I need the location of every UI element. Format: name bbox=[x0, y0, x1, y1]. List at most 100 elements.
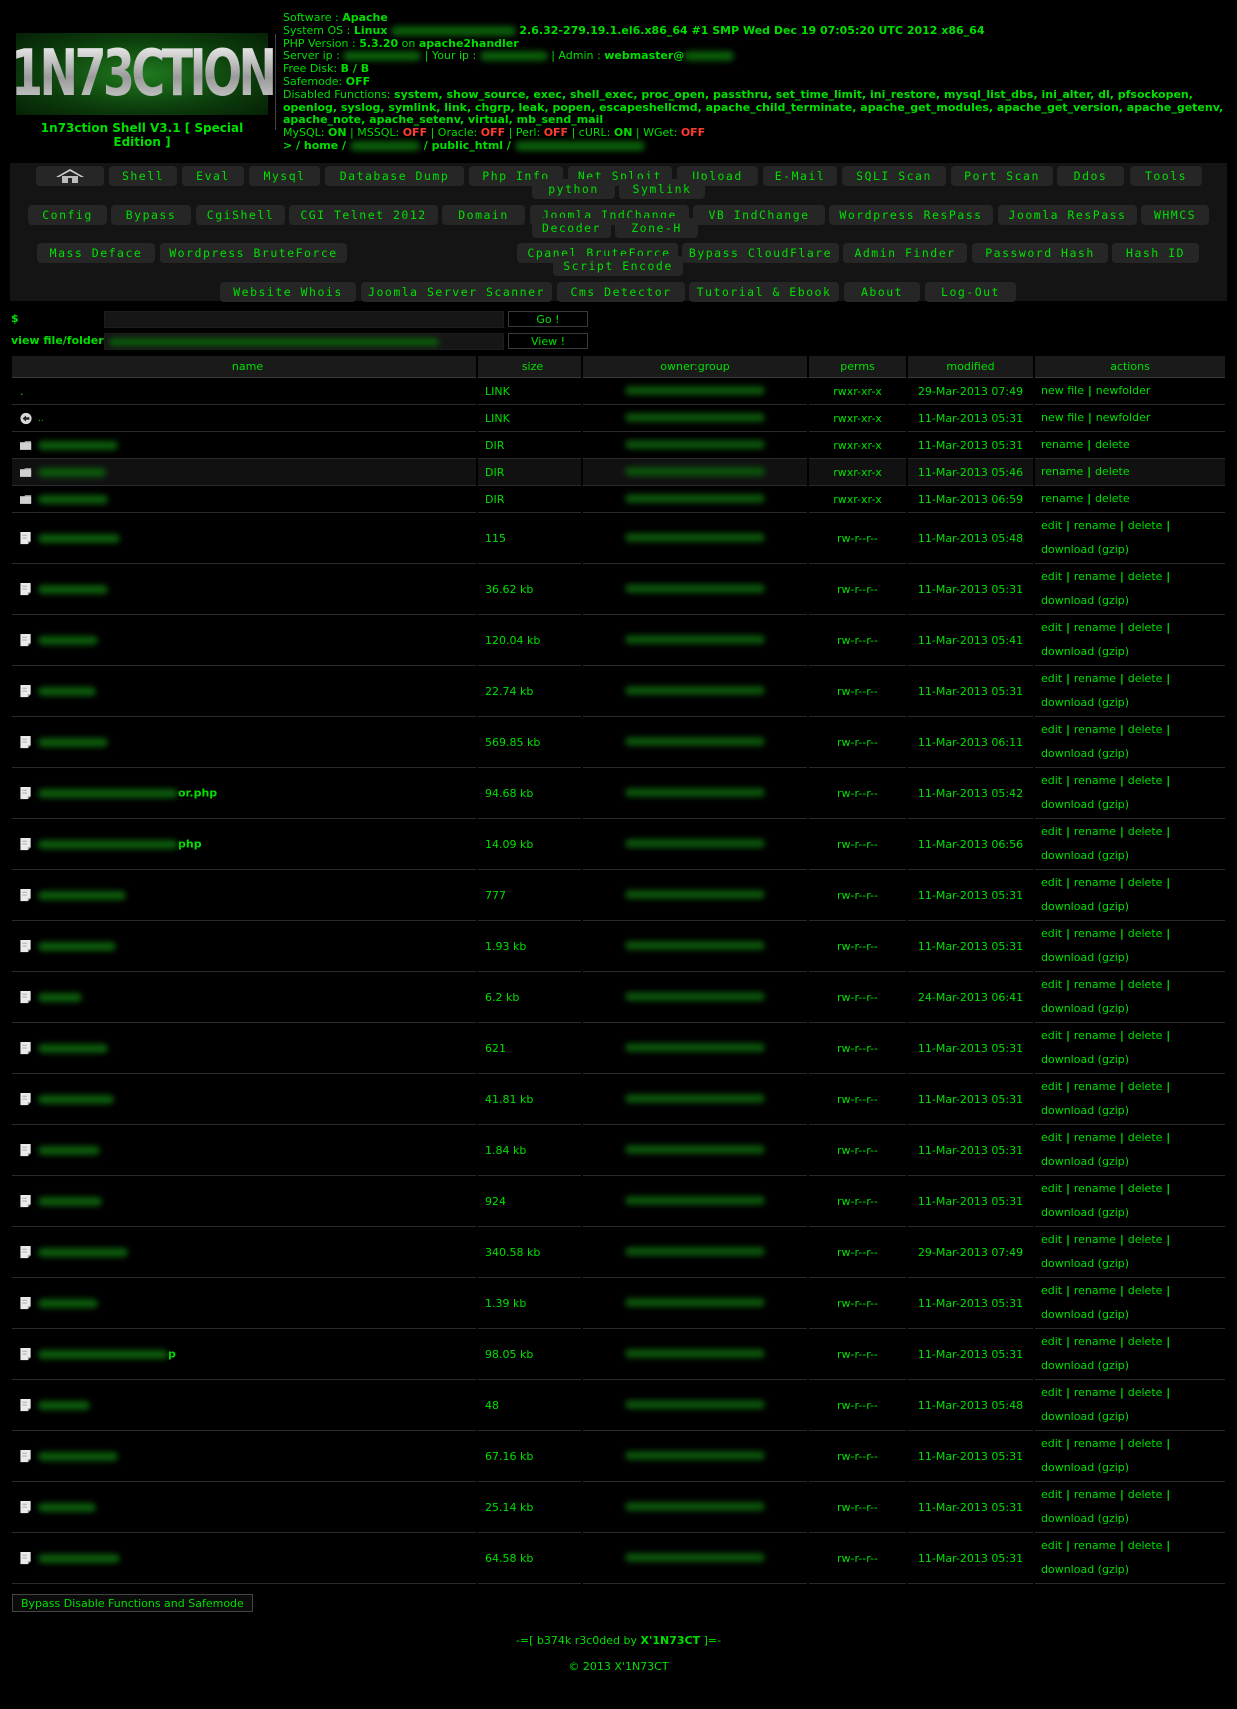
menu-script-encode-button[interactable]: Script Encode bbox=[553, 256, 683, 276]
cell-perms[interactable]: rw-r--r-- bbox=[809, 615, 906, 666]
redacted-file-name[interactable] bbox=[38, 494, 108, 504]
rename-link[interactable]: rename bbox=[1074, 1029, 1116, 1042]
rename-link[interactable]: rename bbox=[1074, 1131, 1116, 1144]
rename-link[interactable]: rename bbox=[1041, 492, 1083, 505]
cell-perms[interactable]: rw-r--r-- bbox=[809, 972, 906, 1023]
edit-link[interactable]: edit bbox=[1041, 978, 1062, 991]
logo[interactable]: 1N73CTION bbox=[11, 33, 277, 115]
redacted-file-name[interactable] bbox=[38, 1400, 90, 1410]
cell-perms[interactable]: rw-r--r-- bbox=[809, 1482, 906, 1533]
download-gzip-link[interactable]: download (gzip) bbox=[1041, 1257, 1129, 1270]
redacted-file-name[interactable] bbox=[38, 737, 108, 747]
menu-cgi-telnet-2012-button[interactable]: CGI Telnet 2012 bbox=[289, 205, 438, 225]
delete-link[interactable]: delete bbox=[1128, 1335, 1163, 1348]
cell-perms[interactable]: rw-r--r-- bbox=[809, 1074, 906, 1125]
cell-perms[interactable]: rw-r--r-- bbox=[809, 564, 906, 615]
edit-link[interactable]: edit bbox=[1041, 723, 1062, 736]
menu-tutorial-ebook-button[interactable]: Tutorial & Ebook bbox=[689, 282, 839, 302]
download-gzip-link[interactable]: download (gzip) bbox=[1041, 1308, 1129, 1321]
menu-python-button[interactable]: python bbox=[532, 179, 615, 199]
edit-link[interactable]: edit bbox=[1041, 519, 1062, 532]
file-name-link[interactable]: .. bbox=[38, 414, 44, 424]
download-gzip-link[interactable]: download (gzip) bbox=[1041, 1563, 1129, 1576]
file-name-link[interactable]: p bbox=[168, 1348, 176, 1361]
header-size[interactable]: size bbox=[478, 356, 581, 378]
delete-link[interactable]: delete bbox=[1128, 519, 1163, 532]
delete-link[interactable]: delete bbox=[1095, 492, 1130, 505]
cell-perms[interactable]: rwxr-xr-x bbox=[809, 486, 906, 513]
delete-link[interactable]: delete bbox=[1128, 570, 1163, 583]
menu-e-mail-button[interactable]: E-Mail bbox=[763, 166, 837, 186]
menu-wordpress-respass-button[interactable]: Wordpress ResPass bbox=[829, 205, 993, 225]
rename-link[interactable]: rename bbox=[1074, 876, 1116, 889]
delete-link[interactable]: delete bbox=[1095, 438, 1130, 451]
download-gzip-link[interactable]: download (gzip) bbox=[1041, 747, 1129, 760]
view-button[interactable]: View ! bbox=[508, 333, 588, 349]
edit-link[interactable]: edit bbox=[1041, 1080, 1062, 1093]
redacted-subdir[interactable] bbox=[514, 140, 645, 151]
cell-perms[interactable]: rw-r--r-- bbox=[809, 513, 906, 564]
download-gzip-link[interactable]: download (gzip) bbox=[1041, 1461, 1129, 1474]
delete-link[interactable]: delete bbox=[1128, 927, 1163, 940]
download-gzip-link[interactable]: download (gzip) bbox=[1041, 645, 1129, 658]
path-public-link[interactable]: public_html bbox=[432, 139, 503, 152]
rename-link[interactable]: rename bbox=[1074, 1488, 1116, 1501]
menu-sqli-scan-button[interactable]: SQLI Scan bbox=[842, 166, 946, 186]
menu-log-out-button[interactable]: Log-Out bbox=[925, 282, 1016, 302]
edit-link[interactable]: edit bbox=[1041, 1182, 1062, 1195]
rename-link[interactable]: rename bbox=[1074, 1080, 1116, 1093]
go-button[interactable]: Go ! bbox=[508, 311, 588, 327]
redacted-file-name[interactable] bbox=[38, 467, 106, 477]
delete-link[interactable]: delete bbox=[1128, 1386, 1163, 1399]
redacted-file-name[interactable] bbox=[38, 440, 118, 450]
rename-link[interactable]: rename bbox=[1041, 438, 1083, 451]
menu-shell-button[interactable]: Shell bbox=[109, 166, 177, 186]
delete-link[interactable]: delete bbox=[1095, 465, 1130, 478]
edit-link[interactable]: edit bbox=[1041, 825, 1062, 838]
delete-link[interactable]: delete bbox=[1128, 1182, 1163, 1195]
delete-link[interactable]: delete bbox=[1128, 1131, 1163, 1144]
redacted-file-name[interactable] bbox=[38, 1553, 120, 1563]
file-name-link[interactable]: or.php bbox=[178, 787, 217, 800]
delete-link[interactable]: delete bbox=[1128, 1029, 1163, 1042]
edit-link[interactable]: edit bbox=[1041, 1284, 1062, 1297]
cell-perms[interactable]: rwxr-xr-x bbox=[809, 432, 906, 459]
file-name-link[interactable]: . bbox=[20, 385, 24, 398]
delete-link[interactable]: delete bbox=[1128, 876, 1163, 889]
edit-link[interactable]: edit bbox=[1041, 570, 1062, 583]
cell-perms[interactable]: rw-r--r-- bbox=[809, 819, 906, 870]
delete-link[interactable]: delete bbox=[1128, 1284, 1163, 1297]
menu-joomla-respass-button[interactable]: Joomla ResPass bbox=[998, 205, 1137, 225]
rename-link[interactable]: rename bbox=[1074, 1437, 1116, 1450]
redacted-user[interactable] bbox=[349, 140, 420, 151]
download-gzip-link[interactable]: download (gzip) bbox=[1041, 900, 1129, 913]
menu-symlink-button[interactable]: Symlink bbox=[619, 179, 705, 199]
menu-whmcs-button[interactable]: WHMCS bbox=[1141, 205, 1209, 225]
header-name[interactable]: name bbox=[12, 356, 476, 378]
delete-link[interactable]: delete bbox=[1128, 723, 1163, 736]
delete-link[interactable]: delete bbox=[1128, 1233, 1163, 1246]
rename-link[interactable]: rename bbox=[1074, 978, 1116, 991]
redacted-file-name[interactable] bbox=[38, 635, 98, 645]
view-path-input[interactable] bbox=[104, 333, 504, 350]
delete-link[interactable]: delete bbox=[1128, 978, 1163, 991]
menu-mass-deface-button[interactable]: Mass Deface bbox=[37, 243, 155, 263]
edit-link[interactable]: edit bbox=[1041, 1437, 1062, 1450]
cell-perms[interactable]: rwxr-xr-x bbox=[809, 378, 906, 405]
menu-wordpress-bruteforce-button[interactable]: Wordpress BruteForce bbox=[160, 243, 347, 263]
rename-link[interactable]: rename bbox=[1074, 927, 1116, 940]
download-gzip-link[interactable]: download (gzip) bbox=[1041, 1359, 1129, 1372]
menu-admin-finder-button[interactable]: Admin Finder bbox=[843, 243, 967, 263]
home-button[interactable] bbox=[36, 166, 104, 186]
cell-perms[interactable]: rw-r--r-- bbox=[809, 1329, 906, 1380]
download-gzip-link[interactable]: download (gzip) bbox=[1041, 696, 1129, 709]
menu-ddos-button[interactable]: Ddos bbox=[1057, 166, 1124, 186]
bypass-safemode-button[interactable]: Bypass Disable Functions and Safemode bbox=[12, 1594, 253, 1612]
menu-vb-indchange-button[interactable]: VB IndChange bbox=[693, 205, 825, 225]
redacted-file-name[interactable] bbox=[38, 1247, 128, 1257]
download-gzip-link[interactable]: download (gzip) bbox=[1041, 951, 1129, 964]
redacted-file-name[interactable] bbox=[38, 1298, 98, 1308]
rename-link[interactable]: rename bbox=[1074, 1386, 1116, 1399]
rename-link[interactable]: rename bbox=[1074, 1182, 1116, 1195]
menu-domain-button[interactable]: Domain bbox=[442, 205, 525, 225]
